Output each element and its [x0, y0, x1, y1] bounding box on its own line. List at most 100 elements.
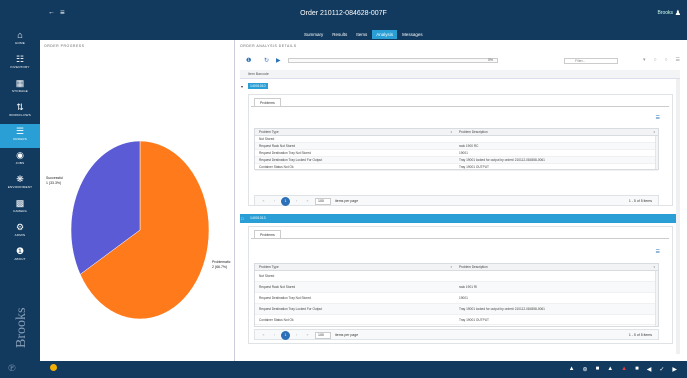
lock-icon[interactable]: ■ — [596, 366, 600, 373]
grid-scrollbar[interactable] — [655, 136, 658, 169]
table-row[interactable]: Request Destination Tray Locked For Outp… — [255, 304, 658, 315]
first-page-icon[interactable]: « — [259, 197, 268, 206]
nav-item-inventory[interactable]: ☷ INVENTORY — [0, 52, 40, 76]
check-icon[interactable]: ✓ — [659, 366, 664, 373]
nav-label: ORDERS — [12, 137, 28, 141]
collapse-icon[interactable]: ▾ — [241, 82, 243, 91]
nav-label: ENVIRONMENT — [7, 185, 33, 189]
tab-problems[interactable]: Problems — [254, 98, 281, 106]
tab-summary[interactable]: Summary — [300, 30, 327, 39]
last-page-icon[interactable]: » — [303, 331, 312, 340]
refresh-icon[interactable]: ↻ — [264, 57, 269, 64]
header-text: Problem Type — [259, 265, 279, 269]
next-page-icon[interactable]: › — [292, 197, 301, 206]
col-problem-type[interactable]: Problem Type ▾ — [255, 264, 455, 270]
item-barcode-column-header[interactable]: Item Barcode — [240, 70, 680, 79]
table-row[interactable]: Container Status Not Ok Tray 19001 OUTPUT — [255, 315, 658, 325]
export-icon[interactable]: ☰ — [676, 57, 680, 63]
page-number[interactable]: 1 — [281, 331, 290, 340]
page-size-select[interactable]: 100 — [315, 198, 331, 205]
table-row[interactable]: Container Status Not Ok Tray 19001 OUTPUT — [255, 164, 658, 171]
table-row[interactable]: Request Rack Not Stored rack 1900 RC — [255, 143, 658, 150]
document-icon[interactable]: ■ — [635, 366, 639, 373]
analysis-toolbar: ❶ ↻ ▶ 0% Filter... ▾ ○ ○ ☰ — [240, 55, 680, 67]
cell-type: Request Destination Tray Locked For Outp… — [259, 307, 323, 311]
speaker-icon[interactable]: ◀ — [647, 366, 652, 373]
cell-description: 19001 — [459, 296, 468, 300]
tab-underline — [251, 238, 669, 239]
first-page-icon[interactable]: « — [259, 331, 268, 340]
group-row[interactable]: ▾ 14001010 — [240, 82, 680, 91]
nav-label: STORAGE — [11, 89, 28, 93]
problems-grid: Problem Type ▾ Problem Description ▾ Not S… — [254, 263, 659, 327]
alert-icon[interactable]: ▲ — [621, 366, 627, 373]
col-problem-description[interactable]: Problem Description ▾ — [455, 264, 658, 270]
sort-icon[interactable]: ▾ — [653, 129, 655, 136]
tab-problems[interactable]: Problems — [254, 230, 281, 238]
filter-input[interactable]: Filter... — [564, 58, 618, 64]
table-row[interactable]: Request Destination Tray Not Stored 19001 — [255, 150, 658, 157]
cell-type: Not Stored — [259, 137, 275, 141]
info-icon[interactable]: ❶ — [246, 57, 251, 64]
page-number[interactable]: 1 — [281, 197, 290, 206]
column-menu-icon[interactable]: ☰ — [656, 249, 660, 255]
order-tabs: Summary Results Items Analysis Messages — [300, 30, 427, 39]
column-menu-icon[interactable]: ☰ — [656, 115, 660, 121]
col-problem-description[interactable]: Problem Description ▾ — [455, 129, 658, 135]
warning-icon[interactable]: ▲ — [569, 366, 575, 373]
tab-messages[interactable]: Messages — [398, 30, 427, 39]
pie-label-successful: Successful 1 (33.3%) — [46, 176, 63, 186]
col-problem-type[interactable]: Problem Type ▾ — [255, 129, 455, 135]
sort-icon[interactable]: ▾ — [450, 264, 452, 271]
nav-item-orders[interactable]: ☰ ORDERS — [0, 124, 40, 148]
tab-results[interactable]: Results — [328, 30, 351, 39]
table-row[interactable]: Not Stored — [255, 136, 658, 143]
panel-scrollbar[interactable] — [676, 79, 680, 354]
tab-items[interactable]: Items — [352, 30, 371, 39]
nav-item-environment[interactable]: ❋ ENVIRONMENT — [0, 172, 40, 196]
analysis-heading: ORDER ANALYSIS DETAILS — [240, 44, 297, 48]
nav-item-camera[interactable]: ▩ CAMERA — [0, 196, 40, 220]
nav-item-jobs[interactable]: ◉ JOBS — [0, 148, 40, 172]
cell-type: Request Destination Tray Not Stored — [259, 151, 311, 155]
pie-label-value: 2 (66.7%) — [212, 265, 228, 269]
nav-item-admin[interactable]: ⚙ ADMIN — [0, 220, 40, 244]
chevron-icon[interactable]: ▶ — [672, 366, 677, 373]
inventory-icon: ☷ — [15, 54, 25, 64]
sort-icon[interactable]: ▾ — [450, 129, 452, 136]
grid-scrollbar[interactable] — [655, 271, 658, 326]
page-size-select[interactable]: 100 — [315, 332, 331, 339]
nav-item-about[interactable]: ❶ ABOUT — [0, 244, 40, 268]
play-icon[interactable]: ▶ — [276, 57, 281, 64]
cart-icon[interactable]: ▲ — [607, 366, 613, 373]
status-indicator-icon[interactable] — [50, 364, 57, 371]
table-row[interactable]: Request Rack Not Stored rack 1901 RI — [255, 282, 658, 293]
cell-description: 19001 — [459, 151, 468, 155]
next-page-icon[interactable]: › — [292, 331, 301, 340]
grid-header: Problem Type ▾ Problem Description ▾ — [255, 264, 658, 271]
nav-item-workflows[interactable]: ⇅ WORKFLOWS — [0, 100, 40, 124]
nav-item-storage[interactable]: ▦ STORAGE — [0, 76, 40, 100]
user-name[interactable]: Brooks — [657, 10, 673, 16]
clear-icon[interactable]: ○ — [664, 57, 667, 63]
user-icon[interactable]: ♟ — [675, 9, 681, 17]
cell-description: Tray 19001 OUTPUT — [459, 165, 489, 169]
cell-description: Tray 19001 locked for output by order# 2… — [459, 307, 545, 311]
collapse-icon[interactable]: □ — [241, 214, 243, 223]
table-row[interactable]: Not Stored — [255, 271, 658, 282]
group-row-selected[interactable]: □ 14001013 — [240, 214, 680, 223]
table-row[interactable]: Request Destination Tray Locked For Outp… — [255, 157, 658, 164]
nav-item-home[interactable]: ⌂ HOME — [0, 28, 40, 52]
prev-page-icon[interactable]: ‹ — [270, 197, 279, 206]
search-icon[interactable]: ○ — [653, 57, 656, 63]
network-icon[interactable]: ⊛ — [583, 366, 588, 373]
pie-slices — [70, 140, 210, 320]
prev-page-icon[interactable]: ‹ — [270, 331, 279, 340]
dropdown-icon[interactable]: ▾ — [643, 57, 646, 63]
cell-description: Tray 19001 OUTPUT — [459, 318, 489, 322]
nav-label: JOBS — [15, 161, 25, 165]
last-page-icon[interactable]: » — [303, 197, 312, 206]
tab-analysis[interactable]: Analysis — [372, 30, 398, 39]
table-row[interactable]: Request Destination Tray Not Stored 19001 — [255, 293, 658, 304]
sort-icon[interactable]: ▾ — [653, 264, 655, 271]
